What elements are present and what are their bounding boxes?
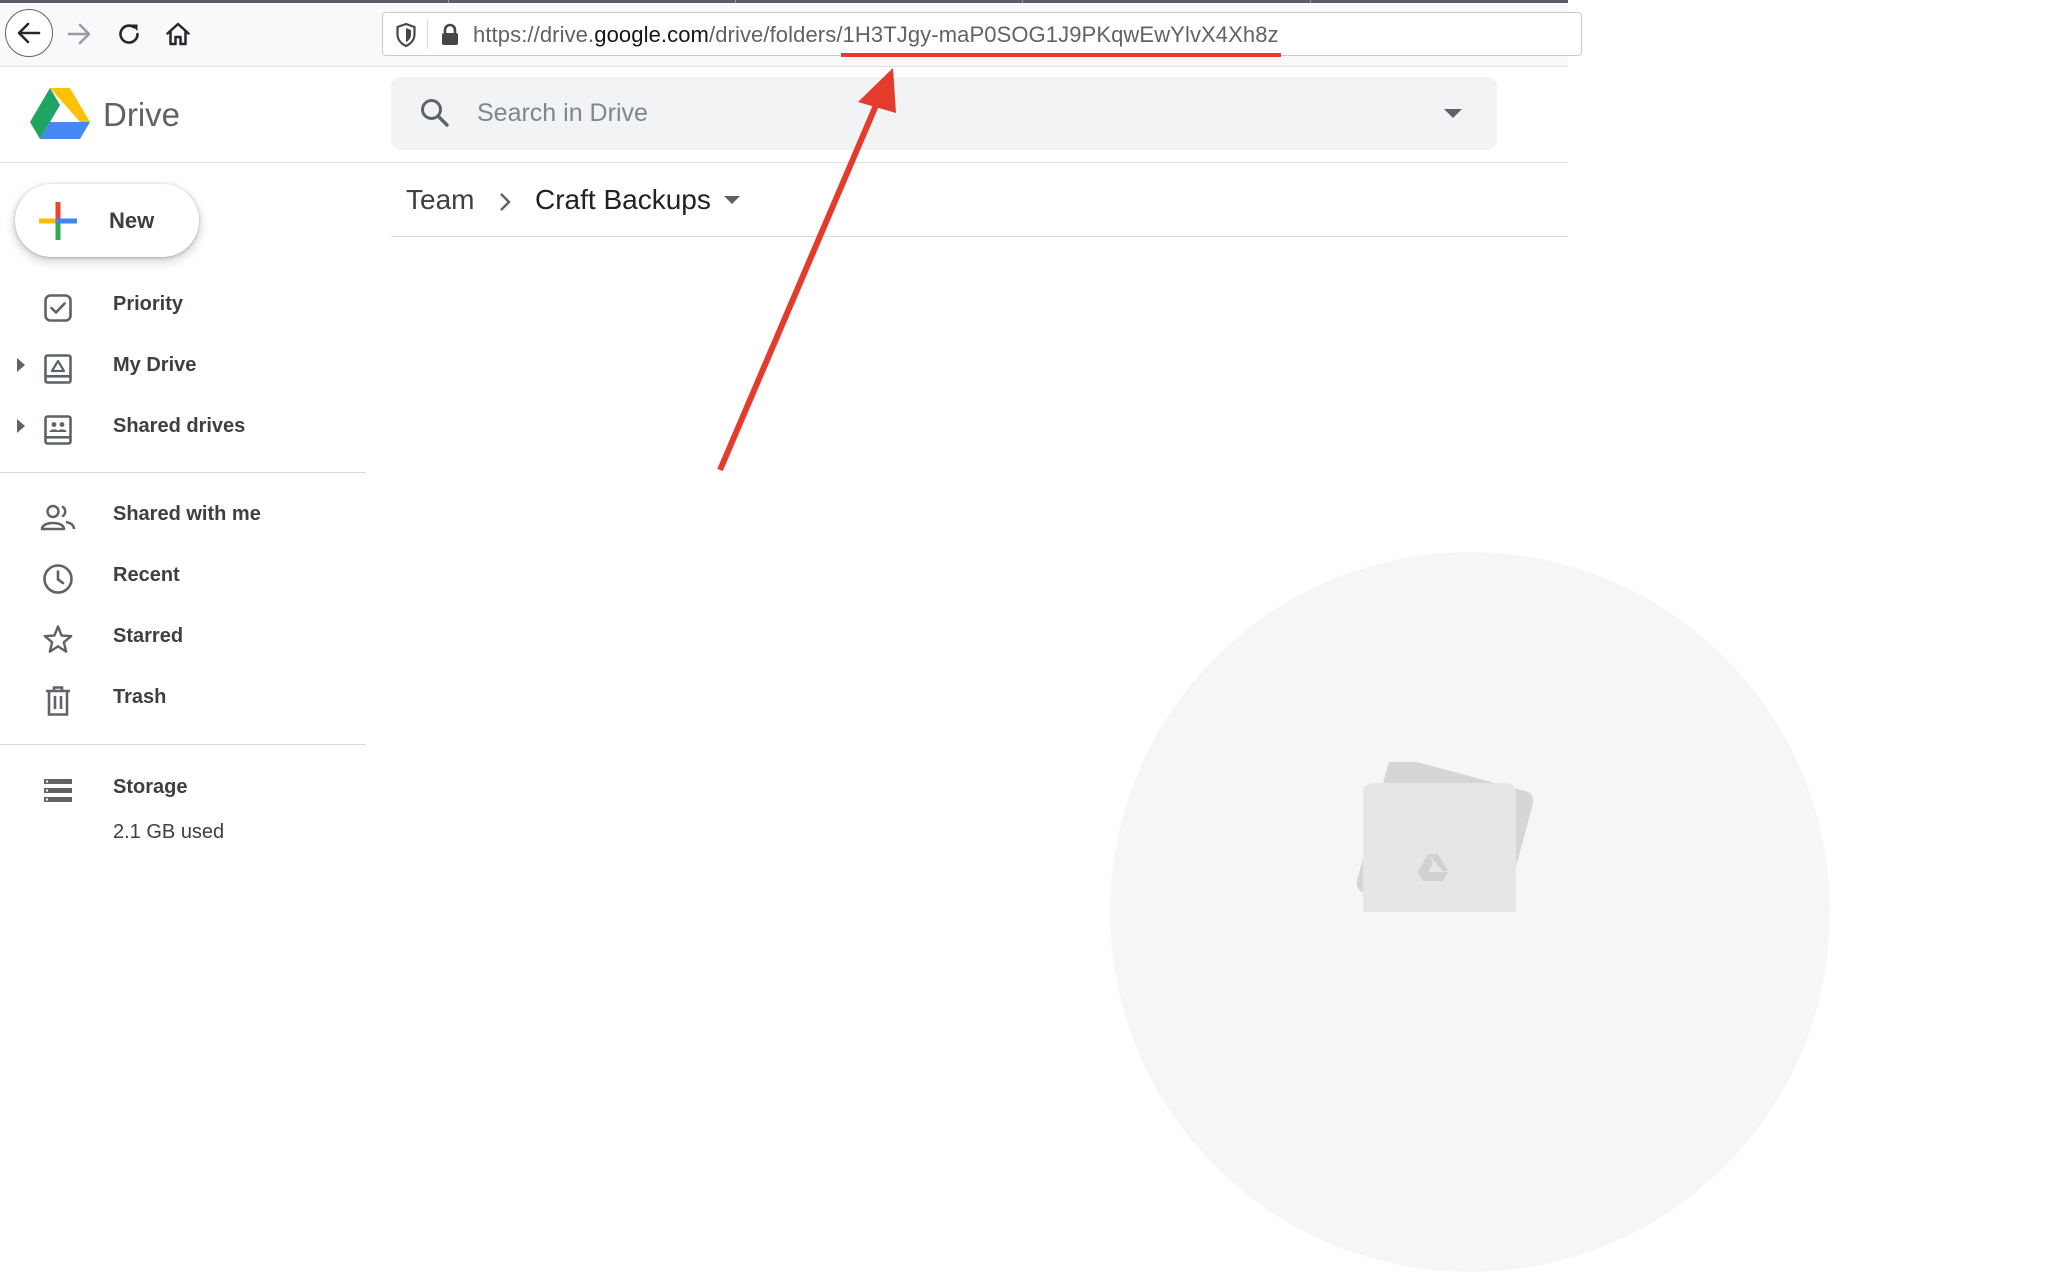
- search-options-dropdown-icon[interactable]: [1438, 99, 1468, 129]
- new-button[interactable]: New: [15, 184, 199, 257]
- folder-menu-dropdown-icon[interactable]: [724, 196, 740, 206]
- back-button[interactable]: [5, 9, 53, 57]
- reload-button[interactable]: [106, 11, 152, 57]
- url-folder-id: 1H3TJgy-maP0SOG1J9PKqwEwYlvX4Xh8z: [842, 22, 1279, 47]
- tab-divider: [1022, 0, 1023, 3]
- sidebar-item-label: Recent: [113, 564, 180, 586]
- sidebar-item-shared-with-me[interactable]: Shared with me: [0, 489, 366, 543]
- url-bar[interactable]: https://drive.google.com/drive/folders/1…: [382, 12, 1582, 56]
- sidebar-item-my-drive[interactable]: My Drive: [0, 340, 366, 394]
- sidebar-item-label: Storage: [113, 776, 188, 798]
- shield-icon[interactable]: [395, 22, 417, 48]
- arrow-right-icon: [67, 23, 91, 45]
- sidebar-item-priority[interactable]: Priority: [0, 279, 366, 333]
- breadcrumb-item-current[interactable]: Craft Backups: [535, 184, 711, 216]
- empty-state-background: [1110, 552, 1830, 1272]
- url-prefix: https://drive.: [473, 22, 595, 47]
- chevron-right-icon: [500, 193, 511, 211]
- annotation-arrow-shaft: [717, 94, 883, 472]
- tab-divider: [1310, 0, 1311, 3]
- storage-icon: [40, 773, 76, 809]
- toolbar-divider: [391, 236, 1568, 237]
- url-domain: google.com: [594, 22, 709, 47]
- sidebar-item-label: Starred: [113, 625, 184, 647]
- search-input[interactable]: [477, 99, 1377, 128]
- home-icon: [166, 22, 190, 46]
- empty-folder-illustration: [1356, 762, 1534, 912]
- tab-divider: [735, 0, 736, 3]
- forward-button[interactable]: [56, 11, 102, 57]
- search-icon[interactable]: [419, 97, 451, 129]
- expand-caret-icon[interactable]: [16, 357, 26, 373]
- checkbox-icon: [40, 290, 76, 326]
- breadcrumb-item-team[interactable]: Team: [406, 184, 474, 216]
- sidebar-item-recent[interactable]: Recent: [0, 550, 366, 604]
- storage-used-text: 2.1 GB used: [113, 821, 225, 843]
- people-icon: [40, 500, 76, 536]
- new-button-label: New: [109, 208, 155, 233]
- url-separator: [427, 19, 428, 49]
- expand-caret-icon[interactable]: [16, 418, 26, 434]
- sidebar-item-label: Shared with me: [113, 503, 261, 525]
- my-drive-icon: [40, 351, 76, 387]
- sidebar-item-shared-drives[interactable]: Shared drives: [0, 401, 366, 455]
- drive-logo-icon[interactable]: [30, 86, 90, 140]
- reload-icon: [119, 24, 139, 44]
- sidebar-divider: [0, 472, 366, 473]
- clock-icon: [40, 561, 76, 597]
- sidebar-item-label: My Drive: [113, 354, 197, 376]
- sidebar-item-label: Shared drives: [113, 415, 246, 437]
- sidebar-item-label: Priority: [113, 293, 184, 315]
- sidebar-item-storage[interactable]: Storage: [0, 762, 366, 816]
- plus-icon: [39, 202, 77, 240]
- trash-icon: [40, 683, 76, 719]
- header-divider: [0, 162, 1568, 163]
- sidebar-item-label: Trash: [113, 686, 167, 708]
- sidebar-item-trash[interactable]: Trash: [0, 672, 366, 726]
- tab-strip-edge: [0, 0, 1568, 3]
- sidebar-item-starred[interactable]: Starred: [0, 611, 366, 665]
- url-path: /drive/folders/: [708, 22, 843, 47]
- home-button[interactable]: [155, 11, 201, 57]
- app-title[interactable]: Drive: [103, 95, 180, 135]
- search-box[interactable]: [391, 77, 1497, 150]
- star-icon: [40, 622, 76, 658]
- tab-divider: [448, 0, 449, 3]
- shared-drives-icon: [40, 412, 76, 448]
- arrow-left-icon: [17, 22, 41, 44]
- sidebar-divider: [0, 744, 366, 745]
- lock-icon[interactable]: [439, 22, 461, 48]
- url-text[interactable]: https://drive.google.com/drive/folders/1…: [473, 22, 1279, 48]
